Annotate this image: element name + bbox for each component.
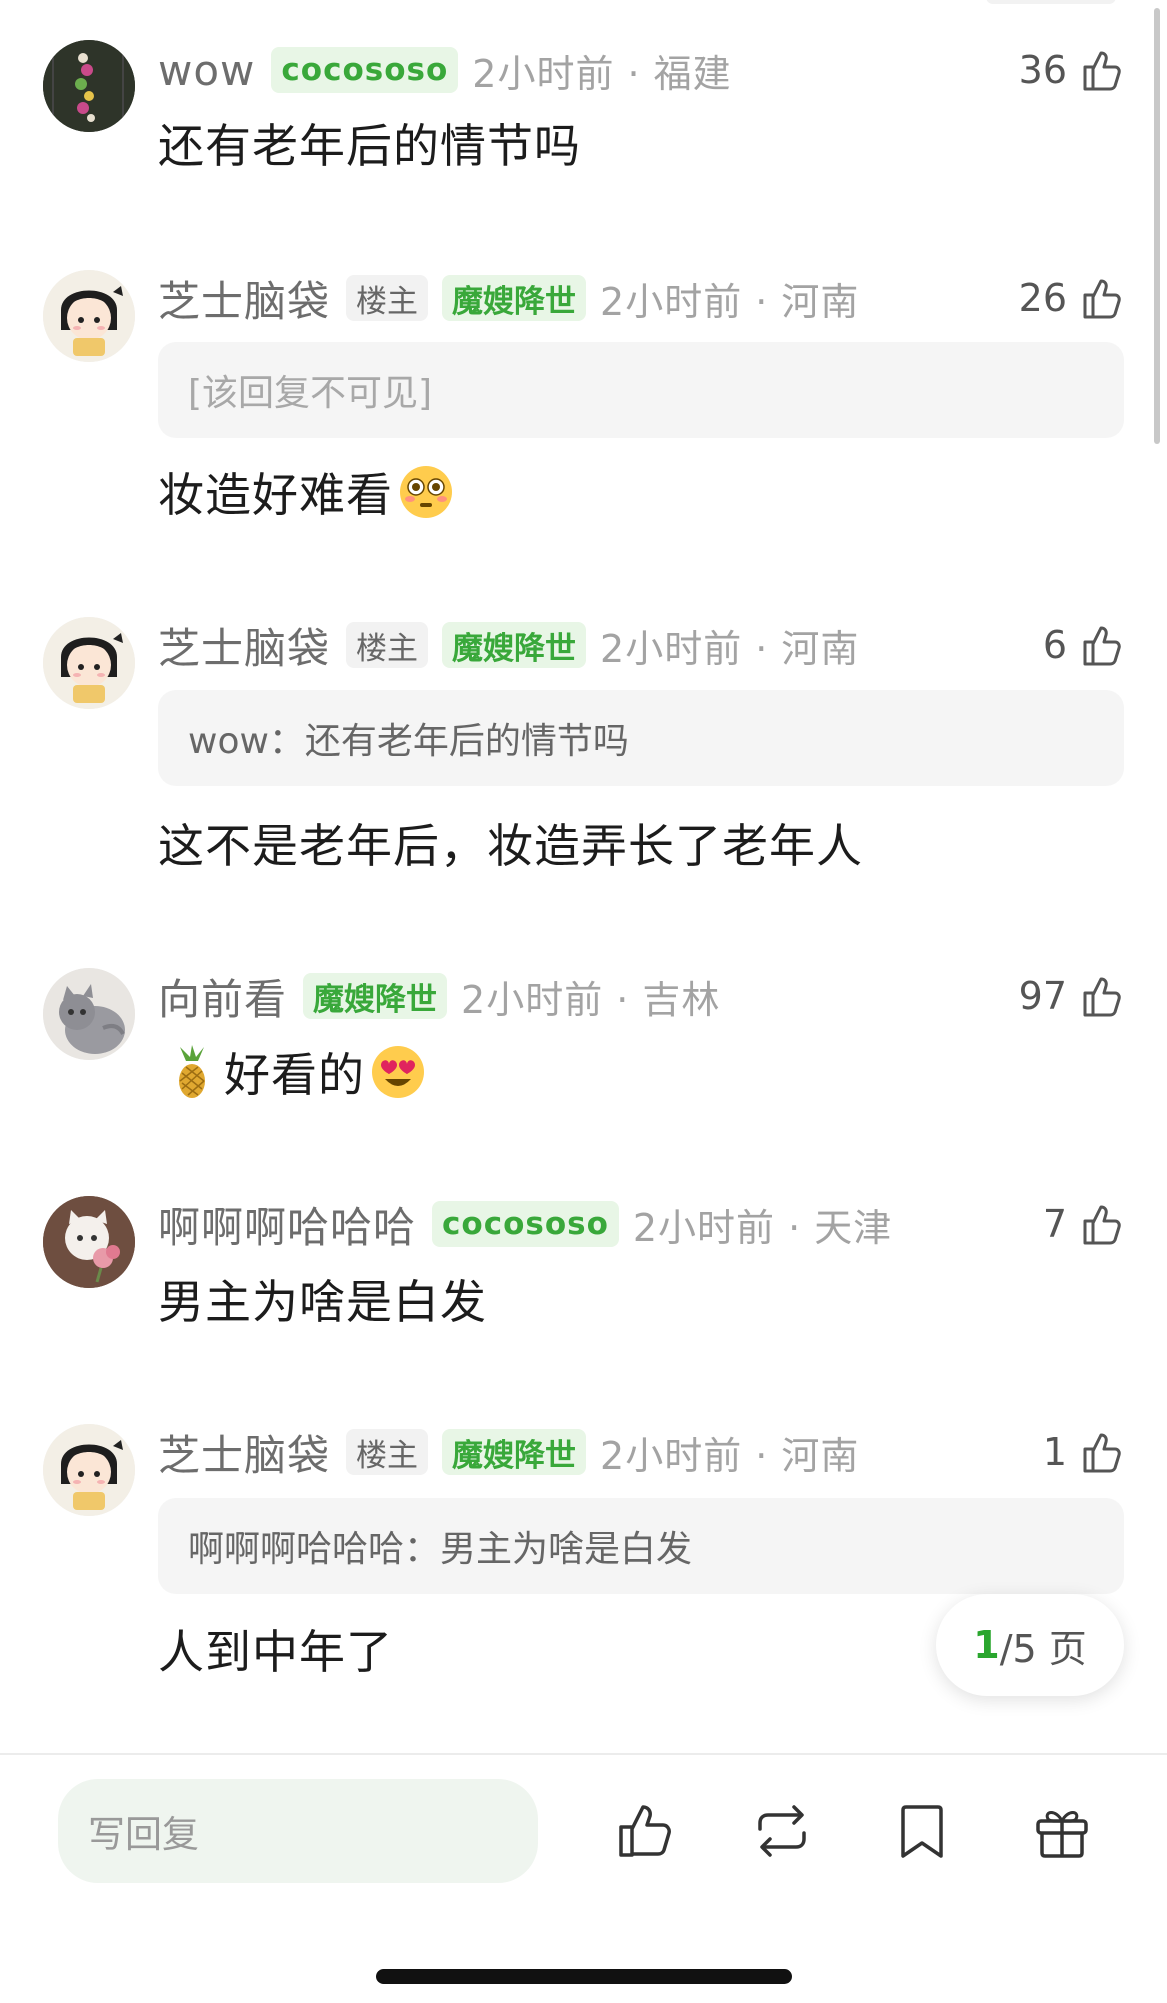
reply-input[interactable]: 写回复: [58, 1779, 538, 1883]
quoted-reply[interactable]: wow：还有老年后的情节吗: [158, 690, 1124, 786]
time-location: 2小时前 · 河南: [600, 626, 860, 671]
comment-meta: 啊啊啊哈哈哈 cocososo 2小时前 · 天津: [158, 1196, 892, 1252]
scrollbar[interactable]: [1154, 8, 1160, 444]
like-count: 26: [1018, 276, 1067, 320]
quoted-reply[interactable]: [该回复不可见]: [158, 342, 1124, 438]
fan-badge[interactable]: cocososo: [432, 1201, 619, 1247]
fan-badge[interactable]: 魔嫂降世: [442, 275, 587, 321]
quoted-reply-text: wow：还有老年后的情节吗: [188, 721, 629, 762]
like-button[interactable]: 1: [1043, 1424, 1127, 1480]
heart-eyes-face-emoji: [372, 1046, 424, 1098]
quoted-reply[interactable]: 啊啊啊哈哈哈：男主为啥是白发: [158, 1498, 1124, 1594]
home-indicator[interactable]: [376, 1969, 792, 1984]
like-button[interactable]: 6: [1043, 617, 1127, 673]
comment-text-content: 男主为啥是白发: [158, 1275, 487, 1329]
comment-text: 人到中年了: [158, 1618, 393, 1680]
like-count: 6: [1042, 623, 1067, 667]
host-badge: 楼主: [346, 1429, 429, 1475]
thumbs-up-icon[interactable]: [1077, 273, 1127, 323]
like-button[interactable]: 26: [1019, 270, 1127, 326]
comment-meta: 芝士脑袋 楼主 魔嫂降世 2小时前 · 河南: [158, 270, 859, 326]
quoted-reply-text: 啊啊啊哈哈哈：男主为啥是白发: [188, 1529, 693, 1570]
avatar[interactable]: [43, 1196, 135, 1288]
like-count: 7: [1042, 1202, 1067, 1246]
like-count: 1: [1042, 1430, 1067, 1474]
bookmark-icon[interactable]: [890, 1799, 954, 1863]
thumbs-up-icon[interactable]: [1077, 1427, 1127, 1477]
previous-item-fragment: [986, 0, 1116, 4]
thumbs-up-icon[interactable]: [1077, 1199, 1127, 1249]
flushed-face-emoji: [400, 466, 452, 518]
comment-text-content: 这不是老年后，妆造弄长了老年人: [158, 819, 863, 873]
thumbs-up-icon[interactable]: [1077, 971, 1127, 1021]
username[interactable]: 向前看: [158, 966, 287, 1027]
fan-badge[interactable]: 魔嫂降世: [442, 622, 587, 668]
time-location: 2小时前 · 河南: [600, 279, 860, 324]
comment-text: 好看的: [158, 1040, 431, 1104]
username[interactable]: 芝士脑袋: [158, 1422, 330, 1483]
like-button[interactable]: 97: [1019, 968, 1127, 1024]
comment-meta: 向前看 魔嫂降世 2小时前 · 吉林: [158, 968, 720, 1024]
comment-text-content: 好看的: [224, 1048, 365, 1102]
host-badge: 楼主: [346, 275, 429, 321]
avatar[interactable]: [43, 617, 135, 709]
username[interactable]: wow: [158, 46, 255, 95]
bottom-action-bar: 写回复: [0, 1753, 1167, 2003]
time-location: 2小时前 · 天津: [632, 1205, 893, 1250]
avatar[interactable]: [43, 1424, 135, 1516]
comment-text-content: 妆造好难看: [158, 468, 393, 522]
comment-meta: 芝士脑袋 楼主 魔嫂降世 2小时前 · 河南: [158, 617, 859, 673]
time-location: 2小时前 · 河南: [600, 1433, 860, 1478]
like-button[interactable]: 36: [1019, 42, 1127, 98]
comment-text: 妆造好难看: [158, 460, 459, 524]
comment-text-content: 人到中年了: [158, 1625, 393, 1679]
username[interactable]: 芝士脑袋: [158, 268, 330, 329]
fan-badge[interactable]: 魔嫂降世: [303, 973, 448, 1019]
fan-badge[interactable]: cocososo: [271, 47, 459, 93]
page-indicator[interactable]: 1 /5 页: [936, 1594, 1124, 1696]
comment-meta: 芝士脑袋 楼主 魔嫂降世 2小时前 · 河南: [158, 1424, 859, 1480]
gift-icon[interactable]: [1030, 1799, 1094, 1863]
comment-text: 这不是老年后，妆造弄长了老年人: [158, 812, 863, 874]
thumbs-up-icon[interactable]: [1077, 45, 1127, 95]
host-badge: 楼主: [346, 622, 429, 668]
thumbs-up-icon[interactable]: [1077, 620, 1127, 670]
comment-text-content: 还有老年后的情节吗: [158, 119, 581, 173]
like-count: 97: [1018, 974, 1067, 1018]
like-button[interactable]: 7: [1043, 1196, 1127, 1252]
pineapple-emoji: [179, 1045, 205, 1098]
reply-placeholder: 写回复: [88, 1813, 199, 1856]
quoted-reply-text: [该回复不可见]: [188, 373, 433, 414]
comment-meta: wow cocososo 2小时前 · 福建: [158, 42, 732, 98]
repost-icon[interactable]: [750, 1799, 814, 1863]
comment-text: 男主为啥是白发: [158, 1268, 487, 1330]
like-count: 36: [1018, 48, 1067, 92]
thumbs-up-icon[interactable]: [613, 1799, 677, 1863]
avatar[interactable]: [43, 968, 135, 1060]
comment-text: 还有老年后的情节吗: [158, 112, 581, 174]
avatar[interactable]: [43, 270, 135, 362]
time-location: 2小时前 · 福建: [472, 51, 732, 96]
fan-badge[interactable]: 魔嫂降世: [442, 1429, 587, 1475]
page-current: 1: [973, 1623, 1000, 1667]
page-total: /5 页: [999, 1626, 1087, 1671]
username[interactable]: 啊啊啊哈哈哈: [158, 1194, 416, 1255]
time-location: 2小时前 · 吉林: [461, 977, 721, 1022]
username[interactable]: 芝士脑袋: [158, 615, 330, 676]
avatar[interactable]: [43, 40, 135, 132]
